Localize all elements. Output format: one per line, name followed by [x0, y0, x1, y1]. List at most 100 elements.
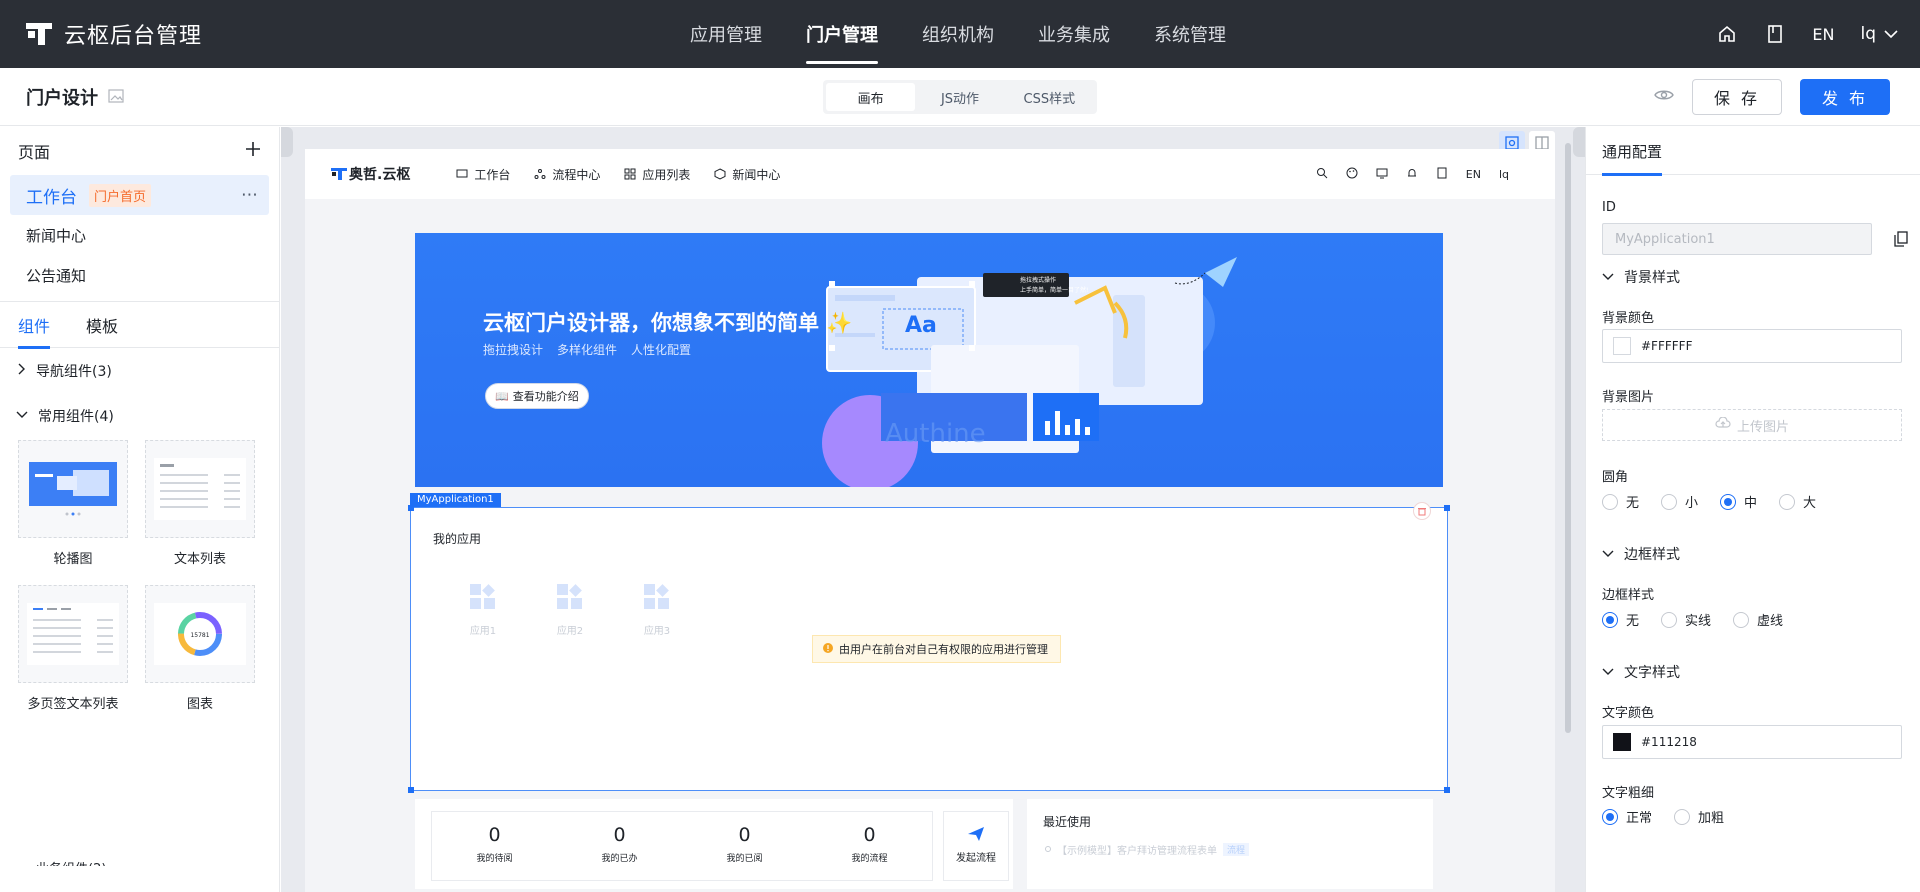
app-placeholder-icon [644, 584, 669, 609]
publish-button[interactable]: 发 布 [1800, 79, 1890, 115]
radius-radio-group: 无 小 中 大 [1602, 492, 1838, 511]
save-button[interactable]: 保 存 [1692, 79, 1782, 115]
preview-right-icons: EN lq [1316, 149, 1509, 199]
text-color-picker[interactable]: #111218 [1602, 725, 1902, 759]
stat-read[interactable]: 0 我的已阅 [682, 812, 807, 880]
stat-my-process[interactable]: 0 我的流程 [807, 812, 932, 880]
eye-icon[interactable] [1654, 88, 1674, 106]
pages-title: 页面 [18, 143, 51, 162]
radius-small[interactable]: 小 [1661, 492, 1698, 511]
tab-components[interactable]: 组件 [18, 302, 51, 349]
palette-icon[interactable] [1346, 167, 1358, 182]
collapse-right-handle[interactable] [1573, 127, 1585, 157]
component-tabbed-text-list[interactable]: 多页签文本列表 [18, 585, 128, 712]
recent-used-widget: 最近使用 【示例模型】客户拜访管理流程表单 流程 [1027, 799, 1433, 889]
preview-menu-news[interactable]: 新闻中心 [714, 166, 780, 183]
color-swatch [1613, 733, 1631, 751]
group-common[interactable]: 常用组件(4) [0, 393, 279, 438]
border-dashed[interactable]: 虚线 [1733, 610, 1783, 629]
bg-section-header[interactable]: 背景样式 [1602, 267, 1680, 287]
border-section-header[interactable]: 边框样式 [1602, 544, 1680, 564]
user-menu[interactable]: lq [1860, 24, 1898, 44]
brand[interactable]: 云枢后台管理 [26, 18, 202, 50]
upload-image-button[interactable]: 上传图片 [1602, 409, 1902, 441]
tab-general-config[interactable]: 通用配置 [1602, 127, 1663, 176]
preview-logo-icon [331, 168, 347, 180]
mode-js-actions[interactable]: JS动作 [915, 83, 1004, 111]
color-value: #111218 [1641, 735, 1697, 749]
stat-to-read[interactable]: 0 我的待阅 [432, 812, 557, 880]
tab-system-management[interactable]: 系统管理 [1132, 0, 1248, 68]
tab-business-integration[interactable]: 业务集成 [1016, 0, 1132, 68]
cube-icon [714, 168, 726, 180]
plus-icon[interactable] [245, 141, 261, 161]
tab-portal-management[interactable]: 门户管理 [784, 0, 900, 68]
weight-bold[interactable]: 加粗 [1674, 807, 1724, 826]
language-switch[interactable]: EN [1812, 25, 1834, 44]
weight-normal[interactable]: 正常 [1602, 807, 1652, 826]
home-page-badge: 门户首页 [89, 183, 152, 207]
radius-none[interactable]: 无 [1602, 492, 1639, 511]
sub-actions: 保 存 发 布 [1654, 79, 1890, 115]
resize-handle[interactable] [408, 505, 414, 511]
delete-icon[interactable] [1413, 502, 1431, 520]
app-tile[interactable]: 应用1 [453, 584, 513, 637]
border-solid[interactable]: 实线 [1661, 610, 1711, 629]
preview-language[interactable]: EN [1466, 168, 1481, 181]
carousel-banner[interactable]: 拖拉拽式操作 上手简单，简单一目了然! Aa Authine 云枢门户设计器，你… [415, 233, 1443, 487]
my-application-widget[interactable]: 我的应用 应用1 应用2 应用3 由用户在前台对自己有权限的应用进行管理 [408, 502, 1450, 793]
warning-icon [823, 642, 833, 656]
text-section-header[interactable]: 文字样式 [1602, 662, 1680, 682]
radius-large[interactable]: 大 [1779, 492, 1816, 511]
book-icon[interactable] [1764, 23, 1786, 45]
mode-canvas[interactable]: 画布 [826, 83, 916, 111]
bg-color-picker[interactable]: #FFFFFF [1602, 329, 1902, 363]
carousel-thumbnail [18, 440, 128, 538]
component-chart[interactable]: 15781 图表 [145, 585, 255, 712]
page-item-notice[interactable]: 公告通知 [10, 255, 269, 295]
book-icon: 📖 [495, 389, 509, 403]
view-intro-button[interactable]: 📖 查看功能介绍 [485, 383, 589, 409]
tab-templates[interactable]: 模板 [86, 302, 118, 348]
banner-popup-line: 上手简单，简单一目了然! [1020, 287, 1089, 294]
canvas-scrollbar[interactable] [1565, 143, 1571, 733]
home-icon[interactable] [1716, 23, 1738, 45]
stat-done[interactable]: 0 我的已办 [557, 812, 682, 880]
recent-item[interactable]: 【示例模型】客户拜访管理流程表单 流程 [1045, 842, 1250, 857]
launch-process-label: 发起流程 [956, 853, 996, 864]
mode-css-styles[interactable]: CSS样式 [1005, 83, 1094, 111]
group-navigation[interactable]: 导航组件(3) [0, 348, 279, 393]
copy-icon[interactable] [1894, 231, 1908, 251]
more-icon[interactable]: ⋯ [241, 185, 259, 205]
resize-handle[interactable] [408, 787, 414, 793]
tab-app-management[interactable]: 应用管理 [668, 0, 784, 68]
preview-menu-apps[interactable]: 应用列表 [624, 166, 690, 183]
border-none[interactable]: 无 [1602, 610, 1639, 629]
resize-handle[interactable] [1444, 505, 1450, 511]
monitor-icon[interactable] [1376, 167, 1388, 182]
bell-icon[interactable] [1406, 167, 1418, 182]
pages-header: 页面 [0, 127, 279, 175]
search-icon[interactable] [1316, 167, 1328, 182]
image-icon[interactable] [108, 87, 124, 108]
component-text-list[interactable]: 文本列表 [145, 440, 255, 567]
component-carousel[interactable]: 轮播图 [18, 440, 128, 567]
preview-user[interactable]: lq [1499, 168, 1509, 181]
collapse-left-handle[interactable] [281, 127, 293, 157]
id-input[interactable]: MyApplication1 [1602, 223, 1872, 255]
book-icon[interactable] [1436, 167, 1448, 182]
radius-medium[interactable]: 中 [1720, 492, 1757, 511]
preview-brand-text: 奥哲.云枢 [349, 167, 411, 183]
launch-process-button[interactable]: 发起流程 [943, 811, 1009, 881]
flow-icon [534, 169, 546, 179]
text-color-label: 文字颜色 [1602, 706, 1655, 721]
tab-organization[interactable]: 组织机构 [900, 0, 1016, 68]
page-item-workbench[interactable]: 工作台 门户首页 ⋯ [10, 175, 269, 215]
app-tile[interactable]: 应用3 [627, 584, 687, 637]
preview-menu-workbench[interactable]: 工作台 [456, 166, 510, 183]
page-item-news[interactable]: 新闻中心 [10, 215, 269, 255]
resize-handle[interactable] [1444, 787, 1450, 793]
preview-menu-process[interactable]: 流程中心 [534, 166, 600, 183]
group-business-partial[interactable]: 业务组件(2) [36, 858, 106, 866]
app-tile[interactable]: 应用2 [540, 584, 600, 637]
